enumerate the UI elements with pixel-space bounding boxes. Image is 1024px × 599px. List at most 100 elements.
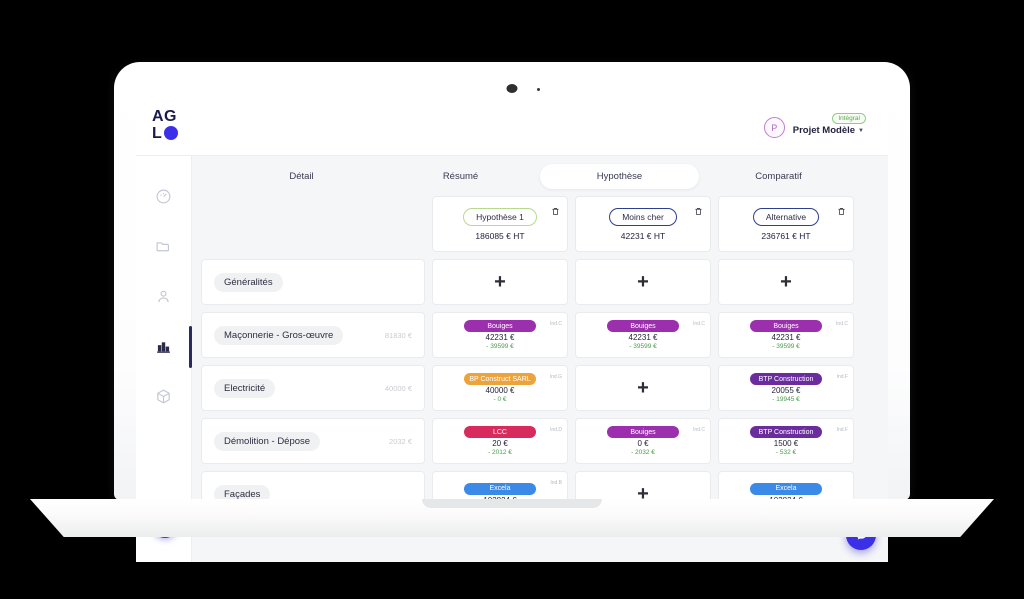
circle-dot-icon xyxy=(164,126,179,140)
quote-cell[interactable]: Ind.F BTP Construction 1500 € - 532 € xyxy=(718,418,854,464)
quote-delta: - 39599 € xyxy=(486,343,514,350)
company-badge[interactable]: BTP Construction xyxy=(750,426,822,438)
lot-cell[interactable]: Electricité 40000 € xyxy=(201,365,425,411)
quote-delta: - 0 € xyxy=(493,396,507,403)
add-quote-cell[interactable]: + xyxy=(575,259,711,305)
quote-index-tag: Ind.G xyxy=(549,374,562,380)
quote-index-tag: Ind.F xyxy=(836,427,848,433)
quote-cell[interactable]: Ind.F BTP Construction 20055 € - 19945 € xyxy=(718,365,854,411)
tab-comparatif[interactable]: Comparatif xyxy=(699,164,858,189)
hypothesis-total: 236761 € HT xyxy=(761,230,811,241)
plus-icon[interactable]: + xyxy=(780,272,792,292)
logo-text-bottom: L xyxy=(152,124,163,142)
quote-index-tag: Ind.F xyxy=(836,374,848,380)
sidebar-item-projects[interactable] xyxy=(152,234,176,258)
delete-hypothesis-icon[interactable] xyxy=(837,203,846,221)
tab-resume[interactable]: Résumé xyxy=(381,164,540,189)
logo-row-bottom: L xyxy=(152,125,194,142)
chevron-down-icon: ▼ xyxy=(858,127,864,134)
quote-amount: 42231 € xyxy=(771,333,801,342)
hypothesis-card-1[interactable]: Hypothèse 1 186085 € HT xyxy=(432,196,568,252)
lot-cell[interactable]: Généralités xyxy=(201,259,425,305)
plus-icon[interactable]: + xyxy=(494,272,506,292)
company-badge[interactable]: BTP Construction xyxy=(750,373,822,385)
hypothesis-card-3[interactable]: Alternative 236761 € HT xyxy=(718,196,854,252)
company-badge[interactable]: Bouiges xyxy=(464,320,536,332)
screenshot-stage: AG L P Intégral Projet Modèle ▼ Détail R… xyxy=(0,0,1024,599)
grid-rows-host: Généralités + + + Maçonnerie - Gros-œuvre 818… xyxy=(198,259,882,517)
tab-hypothese[interactable]: Hypothèse xyxy=(540,163,699,189)
table-row: Electricité 40000 € Ind.G BP Construct SARL… xyxy=(198,365,882,411)
project-name[interactable]: Projet Modèle ▼ xyxy=(793,125,864,136)
table-row: Généralités + + + xyxy=(198,259,882,305)
quote-cell[interactable]: Ind.C Bouiges 0 € - 2032 € xyxy=(575,418,711,464)
tab-detail[interactable]: Détail xyxy=(222,164,381,189)
company-badge[interactable]: Bouiges xyxy=(750,320,822,332)
add-quote-cell[interactable]: + xyxy=(575,365,711,411)
quote-index-tag: Ind.D xyxy=(550,427,562,433)
plan-badge: Intégral xyxy=(832,113,866,124)
quote-cell[interactable]: Ind.C Bouiges 42231 € - 39599 € xyxy=(575,312,711,358)
laptop-screen: AG L P Intégral Projet Modèle ▼ Détail R… xyxy=(136,100,888,562)
app-header: AG L P Intégral Projet Modèle ▼ xyxy=(136,100,888,156)
quote-amount: 40000 € xyxy=(485,386,515,395)
hypothesis-name[interactable]: Hypothèse 1 xyxy=(463,207,537,226)
quote-delta: - 19945 € xyxy=(772,396,800,403)
sidebar-item-contacts[interactable] xyxy=(152,284,176,308)
avatar: P xyxy=(763,117,785,138)
table-row: Maçonnerie - Gros-œuvre 81830 € Ind.C Bouig… xyxy=(198,312,882,358)
quote-index-tag: Ind.C xyxy=(693,321,705,327)
add-quote-cell[interactable]: + xyxy=(718,259,854,305)
laptop-lid: AG L P Intégral Projet Modèle ▼ Détail R… xyxy=(114,62,910,562)
sidebar-item-dashboard[interactable] xyxy=(152,184,176,208)
company-badge[interactable]: LCC xyxy=(464,426,536,438)
delete-hypothesis-icon[interactable] xyxy=(551,203,560,221)
quote-delta: - 532 € xyxy=(775,449,797,456)
quote-delta: - 2012 € xyxy=(488,449,512,456)
hypothesis-grid: Hypothèse 1 186085 € HT Moins cher 42231… xyxy=(192,196,888,517)
lot-amount: 2032 € xyxy=(389,436,412,446)
quote-amount: 1500 € xyxy=(773,439,799,448)
quote-index-tag: Ind.B xyxy=(550,480,562,486)
company-badge[interactable]: BP Construct SARL xyxy=(464,373,536,385)
logo-text-top: AG xyxy=(152,107,177,125)
hypothesis-total: 186085 € HT xyxy=(475,230,525,241)
quote-index-tag: Ind.C xyxy=(550,321,562,327)
lot-name[interactable]: Généralités xyxy=(214,272,283,292)
lot-name[interactable]: Maçonnerie - Gros-œuvre xyxy=(214,325,344,345)
content-fade xyxy=(192,546,888,562)
sidebar-item-library[interactable] xyxy=(152,384,176,408)
sidebar-item-analysis[interactable] xyxy=(152,326,192,368)
lot-cell[interactable]: Démolition - Dépose 2032 € xyxy=(201,418,425,464)
company-badge[interactable]: Bouiges xyxy=(607,320,679,332)
quote-cell[interactable]: Ind.D LCC 20 € - 2012 € xyxy=(432,418,568,464)
lot-amount: 40000 € xyxy=(384,383,412,393)
project-selector[interactable]: Intégral Projet Modèle ▼ xyxy=(793,113,866,136)
quote-amount: 20 € xyxy=(492,439,508,448)
quote-delta: - 39599 € xyxy=(629,343,657,350)
lot-name[interactable]: Electricité xyxy=(214,378,276,398)
quote-cell[interactable]: Ind.C Bouiges 42231 € - 39599 € xyxy=(432,312,568,358)
hypothesis-card-2[interactable]: Moins cher 42231 € HT xyxy=(575,196,711,252)
lot-amount: 81830 € xyxy=(384,330,412,340)
quote-cell[interactable]: Ind.C Bouiges 42231 € - 39599 € xyxy=(718,312,854,358)
aglo-logo: AG L xyxy=(152,108,194,148)
company-badge[interactable]: Bouiges xyxy=(607,426,679,438)
quote-cell[interactable]: Ind.G BP Construct SARL 40000 € - 0 € xyxy=(432,365,568,411)
laptop-base-notch xyxy=(422,499,602,508)
hypothesis-name[interactable]: Moins cher xyxy=(609,207,677,226)
delete-hypothesis-icon[interactable] xyxy=(694,203,703,221)
plus-icon[interactable]: + xyxy=(637,272,649,292)
hypothesis-total: 42231 € HT xyxy=(620,230,666,241)
quote-amount: 0 € xyxy=(637,439,649,448)
webcam-icon xyxy=(506,84,518,93)
hypothesis-name[interactable]: Alternative xyxy=(752,207,820,226)
header-account-area[interactable]: P Intégral Projet Modèle ▼ xyxy=(763,113,866,138)
lot-cell[interactable]: Maçonnerie - Gros-œuvre 81830 € xyxy=(201,312,425,358)
company-badge[interactable]: Excela xyxy=(464,482,536,495)
add-quote-cell[interactable]: + xyxy=(432,259,568,305)
quote-amount: 20055 € xyxy=(771,386,801,395)
lot-name[interactable]: Démolition - Dépose xyxy=(214,431,321,451)
company-badge[interactable]: Excela xyxy=(750,482,822,495)
plus-icon[interactable]: + xyxy=(637,378,649,398)
